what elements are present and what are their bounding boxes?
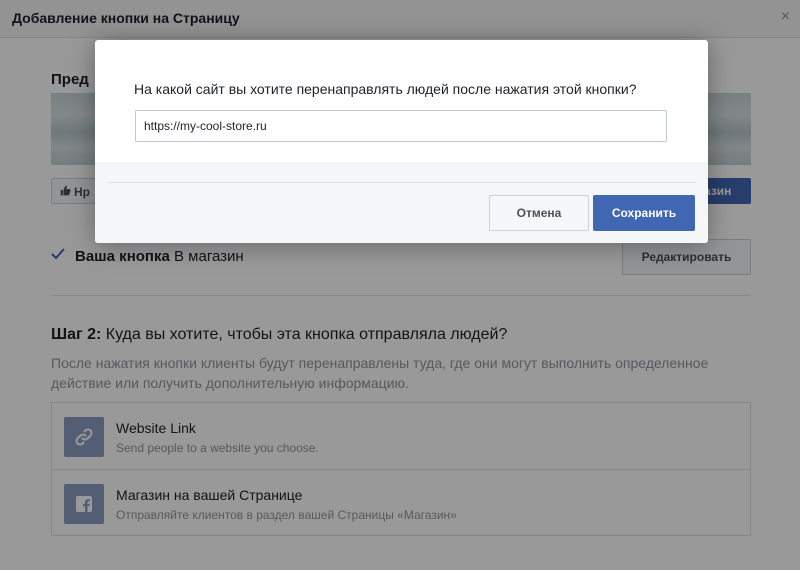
save-button[interactable]: Сохранить: [593, 195, 695, 231]
website-url-modal: На какой сайт вы хотите перенаправлять л…: [95, 40, 708, 243]
website-url-input[interactable]: [135, 110, 667, 142]
modal-divider: [107, 182, 696, 183]
cancel-button[interactable]: Отмена: [489, 195, 589, 231]
modal-question: На какой сайт вы хотите перенаправлять л…: [134, 81, 637, 97]
